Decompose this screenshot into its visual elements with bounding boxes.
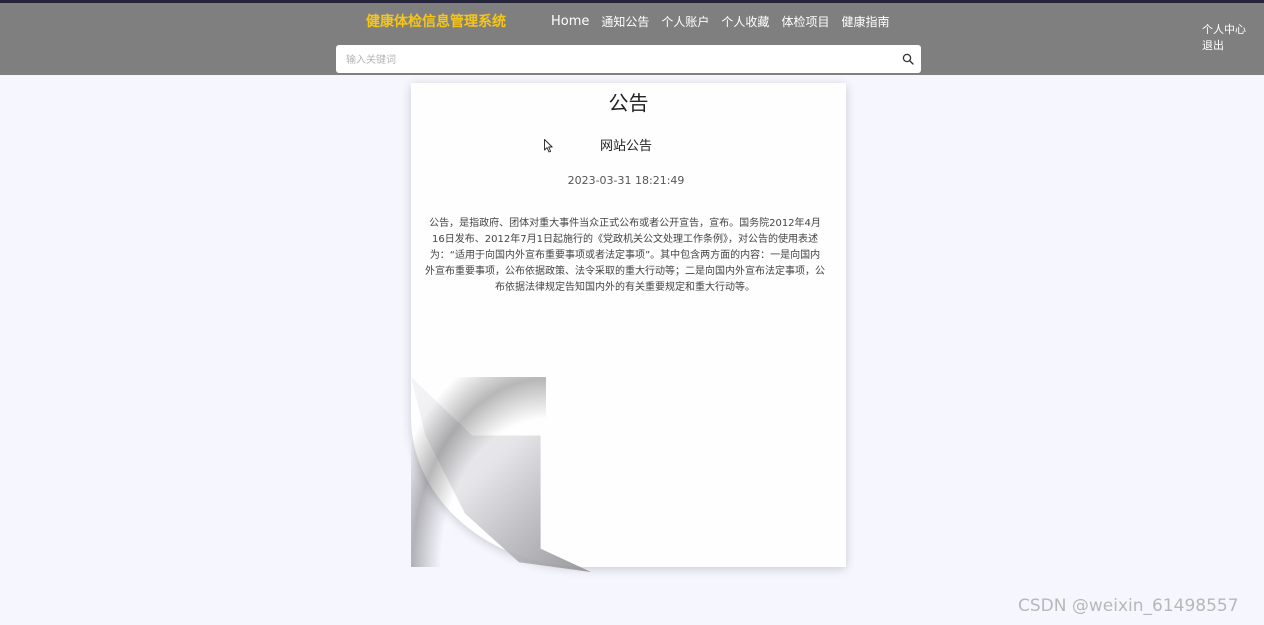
nav-health-guide[interactable]: 健康指南 (841, 14, 889, 30)
nav-home[interactable]: Home (551, 14, 589, 30)
search-input[interactable] (344, 49, 888, 71)
notice-title: 网站公告 (599, 139, 652, 154)
mouse-cursor-icon (544, 139, 553, 153)
search-box (336, 45, 921, 73)
nav-notices[interactable]: 通知公告 (601, 14, 649, 30)
main-nav: Home 通知公告 个人账户 个人收藏 体检项目 健康指南 (551, 14, 901, 30)
notice-heading: 公告 (608, 91, 649, 115)
nav-account[interactable]: 个人账户 (661, 14, 709, 30)
notice-date: 2023-03-31 18:21:49 (567, 174, 685, 187)
nav-checkup-items[interactable]: 体检项目 (781, 14, 829, 30)
watermark-text: CSDN @weixin_61498557 (1018, 596, 1239, 616)
site-brand[interactable]: 健康体检信息管理系统 (366, 13, 506, 31)
logout-link[interactable]: 退出 (1202, 38, 1246, 54)
nav-favorites[interactable]: 个人收藏 (721, 14, 769, 30)
header-bar: 健康体检信息管理系统 Home 通知公告 个人账户 个人收藏 体检项目 健康指南… (0, 3, 1264, 75)
user-center-link[interactable]: 个人中心 (1202, 22, 1246, 38)
user-links: 个人中心 退出 (1202, 22, 1246, 54)
notice-content: 公告，是指政府、团体对重大事件当众正式公布或者公开宣告，宣布。国务院2012年4… (425, 218, 825, 293)
search-icon[interactable] (902, 53, 914, 65)
page-curl-shadow (411, 377, 546, 567)
